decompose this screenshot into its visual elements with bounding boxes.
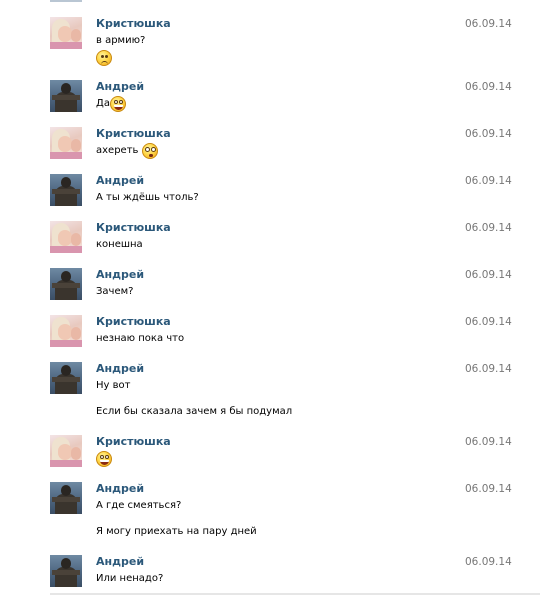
laughing-smiley-icon bbox=[109, 96, 126, 112]
avatar-kristyushka[interactable] bbox=[50, 127, 82, 159]
message-date[interactable]: 06.09.14 bbox=[465, 174, 512, 188]
author-name[interactable]: Андрей bbox=[96, 362, 144, 376]
author-name[interactable]: Андрей bbox=[96, 482, 144, 496]
author-name[interactable]: Андрей bbox=[96, 174, 144, 188]
message-text: Да bbox=[96, 98, 110, 109]
author-name[interactable]: Кристюшка bbox=[96, 221, 171, 235]
avatar-andrey[interactable] bbox=[50, 362, 82, 394]
message-date[interactable]: 06.09.14 bbox=[465, 482, 512, 496]
message-text: незнаю пока что bbox=[96, 333, 185, 344]
message-text: Зачем? bbox=[96, 286, 134, 297]
avatar-andrey[interactable] bbox=[50, 482, 82, 514]
author-name[interactable]: Андрей bbox=[96, 268, 144, 282]
author-name[interactable]: Андрей bbox=[96, 555, 144, 569]
avatar-kristyushka[interactable] bbox=[50, 315, 82, 347]
message-emoji-line bbox=[96, 451, 112, 467]
message-date[interactable]: 06.09.14 bbox=[465, 435, 512, 449]
message-text: Ну вот bbox=[96, 380, 131, 391]
avatar-kristyushka[interactable] bbox=[50, 435, 82, 467]
avatar-kristyushka[interactable] bbox=[50, 17, 82, 49]
message-text: Я могу приехать на пару дней bbox=[96, 526, 257, 537]
message-date[interactable]: 06.09.14 bbox=[465, 362, 512, 376]
message-date[interactable]: 06.09.14 bbox=[465, 127, 512, 141]
avatar-andrey[interactable] bbox=[50, 174, 82, 206]
sad-smiley-icon bbox=[96, 50, 112, 66]
previous-avatar-edge bbox=[50, 0, 82, 2]
message-date[interactable]: 06.09.14 bbox=[465, 221, 512, 235]
message-text: Если бы сказала зачем я бы подумал bbox=[96, 406, 293, 417]
avatar-andrey[interactable] bbox=[50, 268, 82, 300]
author-name[interactable]: Кристюшка bbox=[96, 315, 171, 329]
message-date[interactable]: 06.09.14 bbox=[465, 80, 512, 94]
avatar-andrey[interactable] bbox=[50, 80, 82, 112]
message-text: ахереть bbox=[96, 145, 139, 156]
message-text: А ты ждёшь чтоль? bbox=[96, 192, 199, 203]
message-text: в армию? bbox=[96, 35, 146, 46]
message-text: Или ненадо? bbox=[96, 573, 164, 584]
message-line: ахереть bbox=[96, 143, 158, 159]
author-name[interactable]: Кристюшка bbox=[96, 17, 171, 31]
message-date[interactable]: 06.09.14 bbox=[465, 555, 512, 569]
author-name[interactable]: Андрей bbox=[96, 80, 144, 94]
author-name[interactable]: Кристюшка bbox=[96, 127, 171, 141]
avatar-kristyushka[interactable] bbox=[50, 221, 82, 253]
message-emoji-line bbox=[96, 50, 112, 66]
author-name[interactable]: Кристюшка bbox=[96, 435, 171, 449]
message-date[interactable]: 06.09.14 bbox=[465, 268, 512, 282]
message-line: Да bbox=[96, 96, 126, 112]
message-text: А где смеяться? bbox=[96, 500, 182, 511]
message-date[interactable]: 06.09.14 bbox=[465, 17, 512, 31]
message-date[interactable]: 06.09.14 bbox=[465, 315, 512, 329]
shocked-smiley-icon bbox=[141, 143, 158, 159]
message-text: конешна bbox=[96, 239, 143, 250]
avatar-andrey[interactable] bbox=[50, 555, 82, 587]
message-history: Кристюшка 06.09.14 в армию? Андрей 06.09… bbox=[0, 0, 540, 595]
laughing-smiley-icon bbox=[96, 451, 112, 467]
